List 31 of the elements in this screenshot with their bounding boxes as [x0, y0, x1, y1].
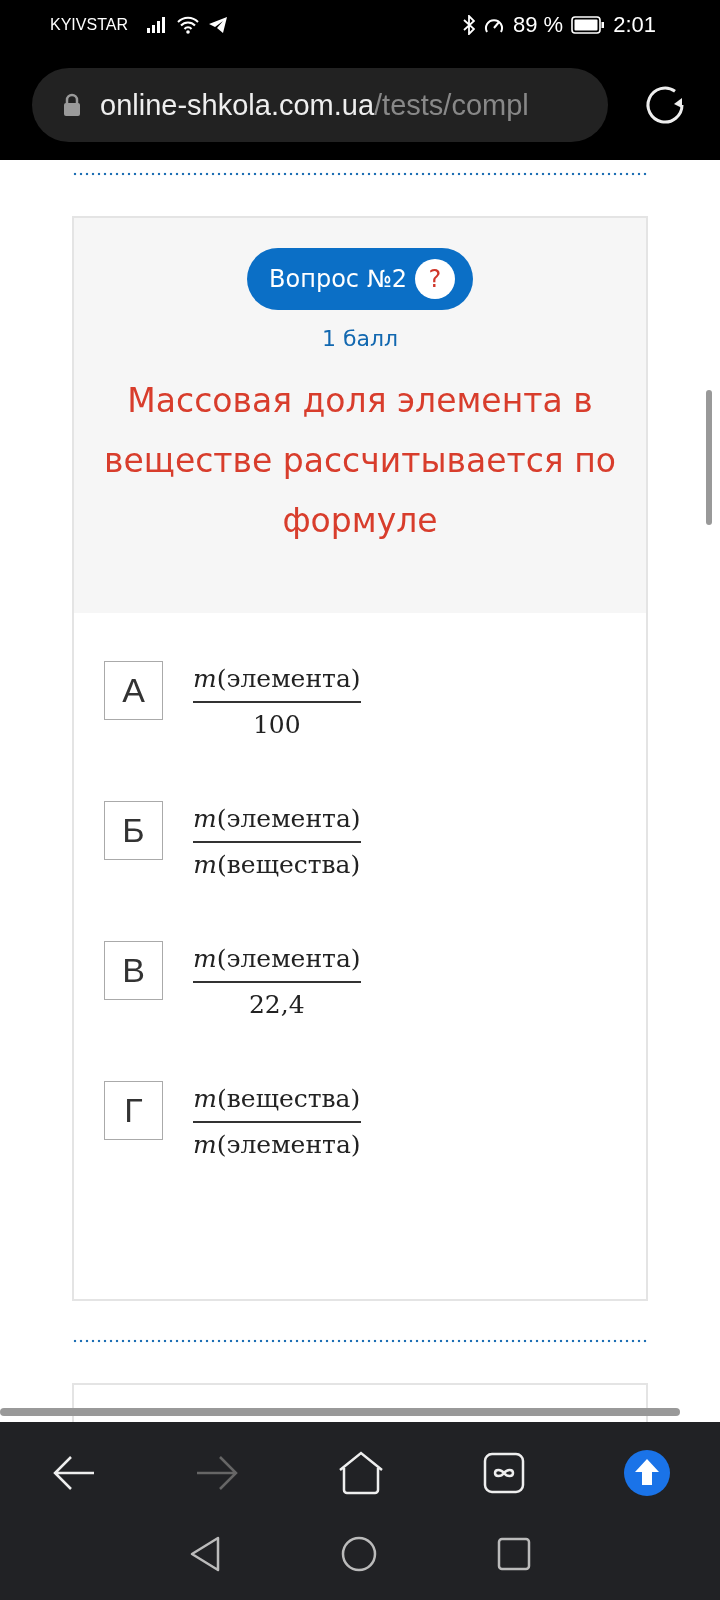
formula-numerator: m(элемента) — [193, 662, 361, 695]
home-circle-icon[interactable] — [341, 1536, 377, 1572]
address-field[interactable]: online-shkola.com.ua/tests/compl — [32, 68, 608, 142]
home-icon[interactable] — [338, 1451, 384, 1495]
wifi-icon — [175, 16, 200, 34]
paper-plane-icon — [207, 16, 228, 34]
tabs-icon[interactable] — [483, 1452, 525, 1494]
formula-numerator: m(элемента) — [193, 802, 361, 835]
answer-option-button[interactable]: В — [104, 940, 163, 1000]
help-button[interactable]: ? — [414, 258, 455, 299]
answer-option-button[interactable]: А — [104, 660, 163, 720]
formula-numerator: m(вещества) — [193, 1082, 361, 1115]
answer-option-button[interactable]: Б — [104, 800, 163, 860]
battery-percent: 89 % — [513, 12, 564, 38]
formula-denominator: 100 — [252, 708, 301, 741]
question-text: Массовая доля элемента в веществе рассчитывается по формуле — [103, 379, 617, 542]
recent-apps-icon[interactable] — [497, 1537, 531, 1571]
signal-icon — [145, 17, 168, 33]
points-label: 1 балл — [321, 325, 399, 351]
formula-numerator: m(элемента) — [193, 942, 361, 975]
lock-icon — [62, 93, 82, 117]
clock-time: 2:01 — [613, 12, 656, 38]
question-number: Вопрос №2 — [269, 264, 407, 293]
formula-denominator: m(вещества) — [193, 848, 361, 881]
formula-denominator: m(элемента) — [193, 1128, 361, 1161]
formula-denominator: 22,4 — [248, 988, 305, 1021]
back-icon[interactable] — [189, 1536, 221, 1572]
answer-option-button[interactable]: Г — [104, 1080, 163, 1140]
battery-icon — [571, 16, 606, 34]
bluetooth-icon — [463, 15, 475, 35]
carrier-name: KYIVSTAR — [50, 16, 128, 34]
